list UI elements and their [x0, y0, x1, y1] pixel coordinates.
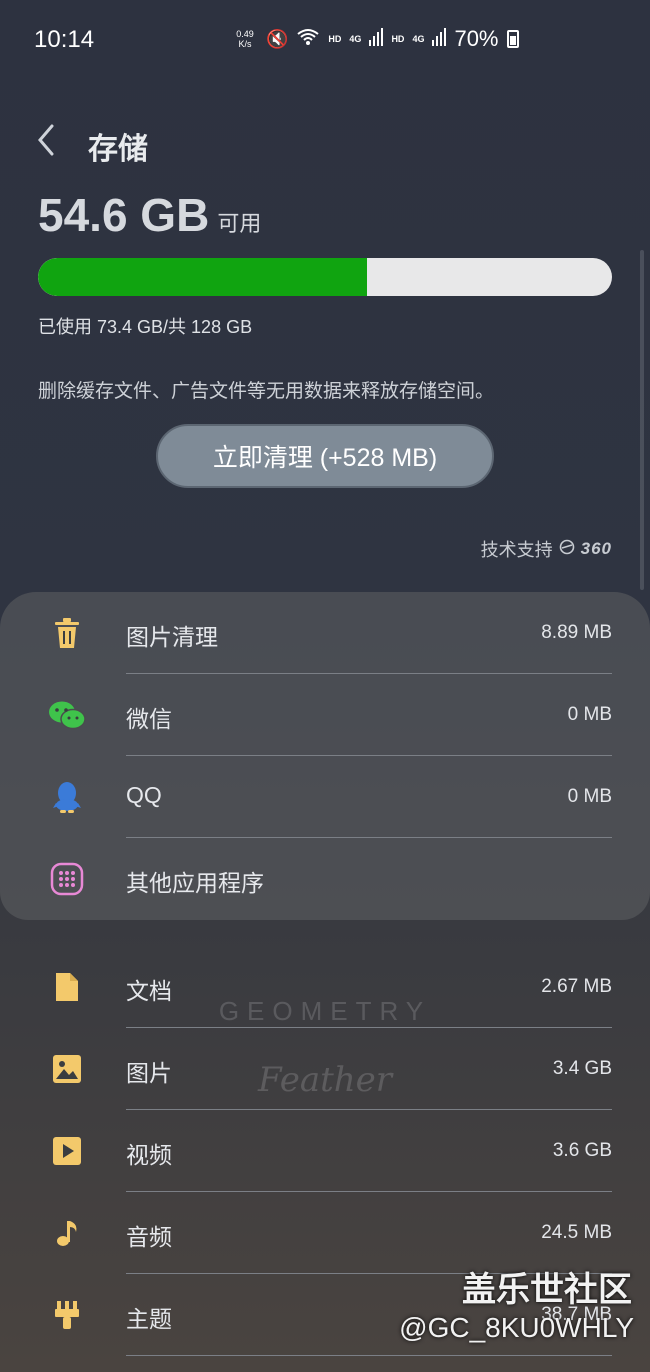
document-icon — [48, 968, 86, 1006]
status-time: 10:14 — [34, 26, 95, 53]
item-size: 24.5 MB — [541, 1222, 612, 1243]
used-space-text: 已使用 73.4 GB/共 128 GB — [38, 317, 253, 337]
header: 存储 — [0, 110, 650, 174]
item-size: 0 MB — [567, 786, 612, 807]
list-item-videos[interactable]: 视频 3.6 GB — [0, 1110, 650, 1192]
free-space-unit: 可用 — [217, 211, 262, 236]
item-label: 图片清理 — [126, 624, 218, 650]
item-label: 主题 — [126, 1306, 172, 1332]
hd-label-2: HD — [391, 34, 405, 44]
item-size: 0 MB — [567, 704, 612, 725]
forum-watermark: 盖乐世社区 — [462, 1271, 632, 1309]
back-arrow-icon[interactable] — [34, 122, 70, 162]
tech-support-brand: 360 — [580, 539, 612, 558]
item-label: 文档 — [126, 978, 172, 1004]
tech-support: 技术支持 360 — [481, 536, 612, 562]
status-icons: 0.49 K/s 🔇 HD 4G HD 4G 70% — [232, 26, 519, 52]
wechat-icon — [48, 696, 86, 734]
network-type-2: 4G — [412, 34, 425, 44]
storage-usage-fill — [38, 258, 367, 296]
brush-icon — [48, 1296, 86, 1334]
free-space-value: 54.6 GB — [38, 189, 210, 241]
forum-username-watermark: @GC_8KU0WHLY — [399, 1312, 634, 1343]
item-size: 8.89 MB — [541, 622, 612, 643]
divider — [126, 1355, 612, 1356]
item-label: 其他应用程序 — [126, 870, 264, 896]
free-space: 54.6 GB 可用 — [38, 188, 261, 242]
scrollbar[interactable] — [640, 250, 644, 590]
list-item-documents[interactable]: 文档 2.67 MB — [0, 946, 650, 1028]
qq-icon — [48, 778, 86, 816]
list-item-images[interactable]: 图片 3.4 GB — [0, 1028, 650, 1110]
clean-now-button[interactable]: 立即清理 (+528 MB) — [156, 424, 494, 488]
cleanup-card: 图片清理 8.89 MB 微信 0 MB QQ 0 MB 其他应用程序 — [0, 592, 650, 920]
hd-label-1: HD — [328, 34, 342, 44]
signal-icon-1 — [369, 27, 384, 51]
item-label: 微信 — [126, 706, 172, 732]
item-label: 图片 — [126, 1060, 172, 1086]
tech-support-label: 技术支持 — [480, 540, 553, 560]
network-speed: 0.49 K/s — [236, 29, 254, 49]
item-size: 2.67 MB — [541, 976, 612, 997]
cleanup-description: 删除缓存文件、广告文件等无用数据来释放存储空间。 — [38, 381, 495, 402]
battery-percent: 70% — [454, 26, 499, 51]
list-item-other-apps[interactable]: 其他应用程序 — [0, 838, 650, 920]
signal-icon-2 — [432, 27, 447, 51]
360-logo-icon — [559, 539, 575, 560]
item-label: QQ — [126, 782, 162, 808]
item-size: 3.4 GB — [552, 1058, 612, 1079]
network-type-1: 4G — [349, 34, 362, 44]
storage-usage-bar — [38, 258, 612, 296]
wifi-icon — [296, 28, 320, 51]
image-icon — [48, 1050, 86, 1088]
item-label: 音频 — [126, 1224, 172, 1250]
list-item-qq[interactable]: QQ 0 MB — [0, 756, 650, 838]
music-note-icon — [48, 1214, 86, 1252]
video-icon — [48, 1132, 86, 1170]
page-title: 存储 — [88, 133, 148, 166]
trash-icon — [48, 614, 86, 652]
battery-icon — [506, 30, 519, 48]
item-label: 视频 — [126, 1142, 172, 1168]
status-bar: 10:14 0.49 K/s 🔇 HD 4G HD 4G 70% — [0, 0, 650, 78]
list-item-image-cleanup[interactable]: 图片清理 8.89 MB — [0, 592, 650, 674]
apps-grid-icon — [48, 860, 86, 898]
item-size: 3.6 GB — [552, 1140, 612, 1161]
list-item-wechat[interactable]: 微信 0 MB — [0, 674, 650, 756]
mute-icon: 🔇 — [266, 28, 289, 49]
